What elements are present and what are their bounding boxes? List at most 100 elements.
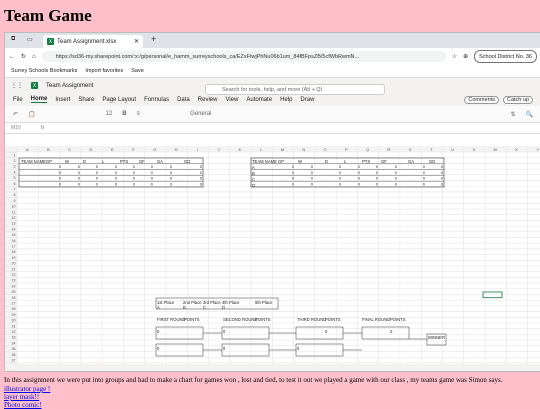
left-header-gf: GF	[139, 159, 145, 164]
left-header-w: W	[65, 159, 69, 164]
name-box[interactable]: M19	[11, 125, 21, 131]
tab-actions-icon[interactable]: ⧉	[11, 36, 15, 43]
row-header-label: 6	[14, 182, 16, 186]
menu-home[interactable]: Home	[30, 96, 48, 103]
right-table-zero: 0	[423, 170, 426, 175]
row-header-label: 29	[12, 313, 16, 317]
menu-file[interactable]: File	[13, 97, 23, 103]
menu-review[interactable]: Review	[198, 97, 218, 103]
left-header-ga: GA	[157, 159, 164, 164]
extensions-icon[interactable]: ⊕	[463, 53, 468, 60]
assignment-description: In this assignment we were put into grou…	[4, 376, 503, 384]
left-table-zero: 0	[151, 170, 154, 175]
left-table-zero: 0	[170, 176, 173, 181]
bookmark-import-favorites[interactable]: Import favorites	[85, 68, 123, 74]
sort-filter-icon[interactable]: ⇅	[510, 111, 515, 118]
tab-bar: ⧉ ▭ X Team Assignment.xlsx ✕ +	[5, 33, 540, 48]
comments-button[interactable]: Comments	[464, 95, 499, 104]
right-table-zero: 0	[423, 181, 426, 186]
menu-insert[interactable]: Insert	[55, 97, 70, 103]
profile-button[interactable]: School District No. 36	[474, 50, 537, 63]
bold-icon[interactable]: B	[122, 111, 126, 117]
right-table-zero: 0	[339, 164, 342, 169]
menu-formulas[interactable]: Formulas	[144, 97, 169, 103]
excel-logo-icon: X	[31, 82, 38, 89]
left-table-zero: 0	[133, 164, 136, 169]
menu-share[interactable]: Share	[78, 97, 94, 103]
left-header-l: L	[102, 159, 105, 164]
left-table-zero: 0	[170, 170, 173, 175]
paste-icon[interactable]: 📋	[28, 111, 35, 118]
bracket-score-2: 0	[223, 329, 226, 334]
menu-data[interactable]: Data	[177, 97, 190, 103]
favorite-star-icon[interactable]: ☆	[452, 53, 457, 60]
bracket-score-4: 0	[390, 329, 393, 334]
menu-draw[interactable]: Draw	[300, 97, 314, 103]
bookmark-save[interactable]: Save	[131, 68, 144, 74]
first-round-label: FIRST ROUND	[157, 317, 186, 322]
layer-mask-link[interactable]: layer mask!!	[4, 393, 39, 401]
left-table-zero: 0	[96, 164, 99, 169]
document-name[interactable]: Team Assignment	[46, 83, 93, 89]
excel-icon: X	[47, 38, 54, 45]
url-field[interactable]: https://sd36-my.sharepoint.com/:x:/g/per…	[41, 51, 446, 62]
tab-list-icon[interactable]: ▭	[27, 36, 33, 43]
menu-page-layout[interactable]: Page Layout	[102, 97, 136, 103]
right-table-zero: 0	[423, 176, 426, 181]
app-launcher-icon[interactable]: ⋮⋮	[11, 82, 23, 89]
left-table-zero: 0	[96, 176, 99, 181]
row-header-label: 27	[12, 302, 16, 306]
row-header-label: 2	[14, 159, 16, 163]
browser-tab[interactable]: X Team Assignment.xlsx ✕	[43, 35, 143, 48]
column-header-label: R	[387, 147, 390, 152]
column-header-label: U	[451, 147, 454, 152]
photo-comic-link[interactable]: Photo comic!	[4, 401, 42, 409]
menu-help[interactable]: Help	[280, 97, 292, 103]
new-tab-button[interactable]: +	[151, 34, 156, 44]
column-header-label: O	[323, 147, 326, 152]
final-round-points: POINTS	[390, 317, 406, 322]
illustrator-link[interactable]: illustrator page !	[4, 385, 50, 393]
column-header-label: M	[281, 147, 284, 152]
left-table-zero: 0	[59, 181, 62, 186]
row-header-label: 16	[12, 239, 16, 243]
left-table-zero: 0	[78, 176, 81, 181]
back-icon[interactable]: ←	[9, 54, 15, 60]
column-header-label: N	[302, 147, 305, 152]
right-table-zero: 0	[441, 170, 444, 175]
font-size-select[interactable]: 12	[106, 111, 113, 117]
catchup-button[interactable]: Catch up	[502, 95, 533, 104]
column-header-label: D	[90, 147, 93, 152]
bookmark-surrey-schools[interactable]: Surrey Schools Bookmarks	[11, 68, 77, 74]
menu-view[interactable]: View	[225, 97, 238, 103]
close-tab-icon[interactable]: ✕	[134, 38, 139, 45]
menu-automate[interactable]: Automate	[246, 97, 272, 103]
final-round-label: FINAL ROUND	[362, 317, 391, 322]
left-header-d: D	[83, 159, 87, 164]
column-header-label: S	[409, 147, 412, 152]
browser-window: ⧉ ▭ X Team Assignment.xlsx ✕ + ← ↻ ⌂ htt…	[4, 32, 540, 372]
row-header-label: 1	[14, 153, 16, 157]
row-header-label: 24	[12, 284, 16, 288]
undo-icon[interactable]: ↶	[13, 111, 18, 118]
home-icon[interactable]: ⌂	[32, 54, 36, 60]
number-format-select[interactable]: General	[190, 111, 211, 117]
left-table-zero: 0	[200, 170, 203, 175]
left-table-zero: 0	[96, 181, 99, 186]
right-team-a: A	[252, 165, 255, 170]
left-table-zero: 0	[200, 181, 203, 186]
wrap-icon[interactable]: ≡	[137, 111, 141, 117]
right-header-gd: GD	[429, 159, 436, 164]
refresh-icon[interactable]: ↻	[21, 53, 26, 60]
row-header-label: 32	[12, 330, 16, 334]
bracket-score-7: 0	[297, 346, 300, 351]
right-header-gf: GF	[381, 159, 387, 164]
place-letter-a: A	[157, 305, 160, 310]
ribbon: ↶ 📋 12 B ≡ General ⇅ 🔍	[5, 106, 540, 123]
place-letter-d: D	[222, 305, 226, 310]
row-header-label: 26	[12, 296, 16, 300]
row-header-label: 4	[14, 170, 16, 174]
spreadsheet-grid[interactable]: A B C D E F G H I J K L M N O P Q R S T U V W X Y 1 2 3 4 5 6 7 8 9 10 11 12…	[5, 146, 540, 371]
find-icon[interactable]: 🔍	[526, 111, 533, 118]
search-input[interactable]: Search for tools, help, and more (Alt + …	[205, 84, 385, 95]
